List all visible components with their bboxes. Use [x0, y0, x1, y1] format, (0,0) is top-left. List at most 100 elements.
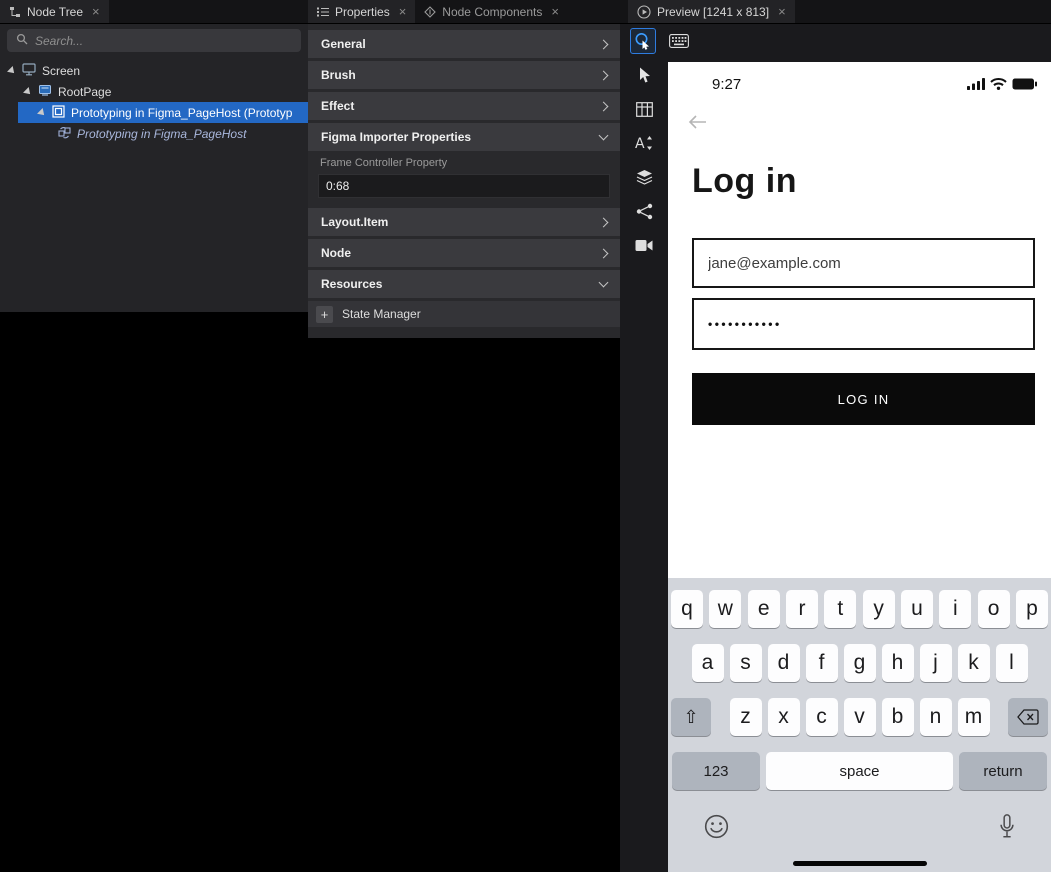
tab-node-components[interactable]: Node Components ×: [415, 0, 568, 23]
section-effect[interactable]: Effect: [308, 92, 620, 120]
expander-icon[interactable]: [7, 66, 17, 76]
key-q[interactable]: q: [671, 590, 703, 628]
home-indicator[interactable]: [793, 861, 927, 866]
virtual-keyboard-button[interactable]: [666, 28, 692, 54]
key-o[interactable]: o: [978, 590, 1010, 628]
tab-preview[interactable]: Preview [1241 x 813] ×: [628, 0, 795, 23]
emoji-key[interactable]: [704, 814, 729, 844]
frame-controller-input[interactable]: [318, 174, 610, 198]
key-k[interactable]: k: [958, 644, 990, 682]
tree-item-prototyping-instance[interactable]: Prototyping in Figma_PageHost: [0, 123, 308, 144]
list-icon: [317, 6, 329, 18]
select-cursor-tool[interactable]: [635, 66, 653, 84]
tab-node-tree[interactable]: Node Tree ×: [0, 0, 109, 23]
section-general[interactable]: General: [308, 30, 620, 58]
keyboard-row-3: ⇧ z x c v b n m: [671, 698, 1048, 736]
tree-item-label: Screen: [42, 64, 80, 78]
key-g[interactable]: g: [844, 644, 876, 682]
tree-icon: [9, 6, 21, 18]
chevron-down-icon: [599, 131, 609, 141]
key-w[interactable]: w: [709, 590, 741, 628]
key-n[interactable]: n: [920, 698, 952, 736]
svg-text:A: A: [635, 136, 645, 151]
key-p[interactable]: p: [1016, 590, 1048, 628]
tree-item-prototyping-pagehost[interactable]: Prototyping in Figma_PageHost (Prototyp: [18, 102, 308, 123]
instance-icon: [58, 126, 71, 142]
keyboard-row-3-letters: z x c v b n m: [730, 698, 990, 736]
status-icons: [967, 78, 1037, 90]
pointer-circle-icon: [634, 32, 652, 50]
key-c[interactable]: c: [806, 698, 838, 736]
password-field[interactable]: [692, 298, 1035, 350]
chevron-right-icon: [599, 39, 609, 49]
key-u[interactable]: u: [901, 590, 933, 628]
key-y[interactable]: y: [863, 590, 895, 628]
key-l[interactable]: l: [996, 644, 1028, 682]
key-z[interactable]: z: [730, 698, 762, 736]
plus-icon[interactable]: +: [316, 306, 333, 323]
keyboard-bottom-bar: [668, 814, 1051, 844]
key-j[interactable]: j: [920, 644, 952, 682]
node-tree-tabbar: Node Tree ×: [0, 0, 308, 24]
section-resources[interactable]: Resources: [308, 270, 620, 298]
close-icon[interactable]: ×: [551, 5, 559, 18]
page-monitor-icon: [38, 84, 52, 99]
key-f[interactable]: f: [806, 644, 838, 682]
shift-key[interactable]: ⇧: [671, 698, 711, 736]
tree-item-rootpage[interactable]: RootPage: [0, 81, 308, 102]
close-icon[interactable]: ×: [399, 5, 407, 18]
tab-preview-label: Preview [1241 x 813]: [657, 5, 769, 19]
key-e[interactable]: e: [748, 590, 780, 628]
keyboard-row-1: q w e r t y u i o p: [671, 590, 1048, 628]
backspace-key[interactable]: [1008, 698, 1048, 736]
node-tree: Screen RootPage Prototyping in Figma_Pag…: [0, 60, 308, 144]
node-tree-panel: Node Tree × Screen R: [0, 0, 308, 312]
return-key[interactable]: return: [959, 752, 1047, 790]
email-field[interactable]: [692, 238, 1035, 288]
key-v[interactable]: v: [844, 698, 876, 736]
dictation-key[interactable]: [999, 814, 1015, 844]
video-tool[interactable]: [635, 236, 653, 254]
chevron-right-icon: [599, 217, 609, 227]
table-icon: [636, 102, 653, 117]
section-brush[interactable]: Brush: [308, 61, 620, 89]
expander-icon[interactable]: [23, 87, 33, 97]
search-input[interactable]: [35, 34, 292, 48]
key-s[interactable]: s: [730, 644, 762, 682]
table-tool[interactable]: [635, 100, 653, 118]
flow-tool[interactable]: [635, 202, 653, 220]
hot-design-pointer-button[interactable]: [630, 28, 656, 54]
key-i[interactable]: i: [939, 590, 971, 628]
expander-icon[interactable]: [37, 108, 47, 118]
key-b[interactable]: b: [882, 698, 914, 736]
key-x[interactable]: x: [768, 698, 800, 736]
frame-icon: [52, 105, 65, 121]
layers-tool[interactable]: [635, 168, 653, 186]
key-t[interactable]: t: [824, 590, 856, 628]
tab-node-components-label: Node Components: [442, 5, 542, 19]
key-r[interactable]: r: [786, 590, 818, 628]
back-button[interactable]: [688, 114, 708, 135]
close-icon[interactable]: ×: [778, 5, 786, 18]
preview-panel: Preview [1241 x 813] ×: [620, 0, 1051, 872]
space-key[interactable]: space: [766, 752, 953, 790]
key-h[interactable]: h: [882, 644, 914, 682]
tree-item-screen[interactable]: Screen: [0, 60, 308, 81]
status-bar: 9:27: [668, 74, 1051, 94]
key-a[interactable]: a: [692, 644, 724, 682]
login-button[interactable]: LOG IN: [692, 373, 1035, 425]
section-node[interactable]: Node: [308, 239, 620, 267]
state-manager-row[interactable]: + State Manager: [308, 301, 620, 327]
search-icon: [16, 32, 28, 50]
key-d[interactable]: d: [768, 644, 800, 682]
preview-toolbar: [630, 28, 692, 54]
section-figma-importer[interactable]: Figma Importer Properties: [308, 123, 620, 151]
section-layout-item[interactable]: Layout.Item: [308, 208, 620, 236]
key-m[interactable]: m: [958, 698, 990, 736]
font-size-tool[interactable]: A: [635, 134, 653, 152]
close-icon[interactable]: ×: [92, 5, 100, 18]
flow-icon: [636, 203, 653, 220]
tree-search-box[interactable]: [7, 29, 301, 52]
numbers-key[interactable]: 123: [672, 752, 760, 790]
tab-properties[interactable]: Properties ×: [308, 0, 415, 23]
